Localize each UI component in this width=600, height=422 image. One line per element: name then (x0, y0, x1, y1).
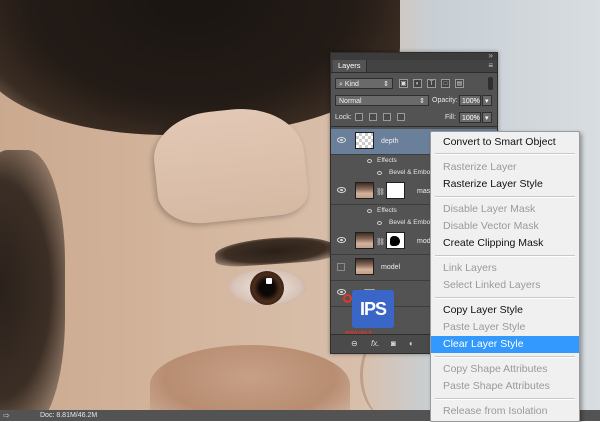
filter-smart-object-icon[interactable]: ▤ (455, 79, 464, 88)
layer-thumbnail (355, 232, 374, 249)
filter-toggle[interactable] (488, 77, 493, 90)
fill-input[interactable]: 100% (459, 112, 481, 123)
filter-pixel-icon[interactable]: ▣ (399, 79, 408, 88)
opacity-dropdown-icon[interactable]: ▾ (482, 95, 492, 106)
fill-dropdown-icon[interactable]: ▾ (482, 112, 492, 123)
effect-eye-icon[interactable] (377, 221, 382, 225)
status-arrow-icon[interactable]: ⇨ (3, 410, 10, 421)
layer-mask-thumbnail[interactable] (386, 182, 405, 199)
visibility-eye-icon[interactable] (337, 137, 346, 143)
chevron-down-icon: ⇕ (383, 81, 389, 88)
menu-separator (435, 398, 575, 400)
menu-disable-layer-mask[interactable]: Disable Layer Mask (431, 201, 579, 218)
layer-thumbnail (355, 258, 374, 275)
blend-row: Normal ⇕ Opacity: 100% ▾ (331, 93, 497, 109)
eyebrow (214, 233, 336, 269)
lock-row: Lock: Fill: 100% ▾ (331, 109, 497, 127)
opacity-input[interactable]: 100% (459, 95, 481, 106)
effects-label: Effects (377, 207, 397, 214)
menu-clear-layer-style[interactable]: Clear Layer Style (431, 336, 579, 353)
layer-name: model (381, 264, 401, 271)
watermark-logo: IPS www.ips.ir (335, 290, 425, 340)
visibility-toggle-off[interactable] (337, 263, 345, 271)
iris (250, 271, 284, 305)
lock-position-icon[interactable] (383, 113, 391, 121)
menu-separator (435, 196, 575, 198)
filter-shape-icon[interactable]: □ (441, 79, 450, 88)
eye-glint (266, 278, 272, 284)
doc-size-info[interactable]: Doc: 8.81M/46.2M (40, 410, 97, 421)
menu-select-linked-layers[interactable]: Select Linked Layers (431, 277, 579, 294)
hand-region (150, 345, 350, 410)
fx-icon[interactable]: fx. (371, 339, 379, 348)
menu-paste-shape-attributes[interactable]: Paste Shape Attributes (431, 378, 579, 395)
layer-thumbnail (355, 182, 374, 199)
filter-adjustment-icon[interactable]: ◐ (413, 79, 422, 88)
chevron-down-icon: ⇕ (419, 98, 425, 105)
layer-context-menu: Convert to Smart Object Rasterize Layer … (430, 131, 580, 422)
layer-name: mod (417, 238, 431, 245)
menu-copy-shape-attributes[interactable]: Copy Shape Attributes (431, 361, 579, 378)
menu-rasterize-layer-style[interactable]: Rasterize Layer Style (431, 176, 579, 193)
layer-name: depth (381, 138, 399, 145)
menu-paste-layer-style[interactable]: Paste Layer Style (431, 319, 579, 336)
layer-thumbnail (355, 132, 374, 149)
adjustment-layer-icon[interactable]: ◐ (409, 339, 414, 348)
blend-mode-label: Normal (339, 98, 362, 105)
menu-separator (435, 255, 575, 257)
fill-label: Fill: (445, 114, 456, 121)
filter-row: ⌕ Kind ⇕ ▣ ◐ T □ ▤ (331, 73, 497, 93)
panel-menu-icon[interactable]: ≡ (488, 61, 493, 70)
blend-mode-select[interactable]: Normal ⇕ (335, 95, 429, 106)
add-mask-icon[interactable]: ◙ (391, 339, 396, 348)
menu-link-layers[interactable]: Link Layers (431, 260, 579, 277)
menu-separator (435, 297, 575, 299)
effect-eye-icon[interactable] (367, 159, 372, 163)
layer-mask-thumbnail[interactable] (386, 232, 405, 249)
lock-image-icon[interactable] (369, 113, 377, 121)
filter-type-icon[interactable]: T (427, 79, 436, 88)
opacity-label: Opacity: (432, 97, 458, 104)
menu-release-from-isolation[interactable]: Release from Isolation (431, 403, 579, 420)
logo-mark: IPS (352, 290, 394, 328)
panel-tabbar: Layers ≡ (331, 60, 497, 73)
lock-all-icon[interactable] (397, 113, 405, 121)
panel-titlebar[interactable]: » (331, 51, 497, 60)
effect-eye-icon[interactable] (377, 171, 382, 175)
eye (228, 268, 306, 306)
menu-separator (435, 356, 575, 358)
collapse-icon[interactable]: » (489, 51, 493, 60)
menu-rasterize-layer[interactable]: Rasterize Layer (431, 159, 579, 176)
lock-transparent-icon[interactable] (355, 113, 363, 121)
menu-separator (435, 153, 575, 155)
filter-kind-select[interactable]: ⌕ Kind ⇕ (335, 78, 393, 89)
link-chain-icon[interactable]: ⛓ (376, 188, 385, 196)
logo-ring-icon (343, 294, 352, 303)
link-layers-icon[interactable]: ⊖ (351, 339, 358, 348)
visibility-eye-icon[interactable] (337, 237, 346, 243)
menu-create-clipping-mask[interactable]: Create Clipping Mask (431, 235, 579, 252)
search-icon: ⌕ (339, 81, 343, 88)
effect-eye-icon[interactable] (367, 209, 372, 213)
menu-copy-layer-style[interactable]: Copy Layer Style (431, 302, 579, 319)
filter-kind-label: Kind (344, 81, 359, 88)
lock-label: Lock: (335, 114, 352, 121)
menu-convert-to-smart-object[interactable]: Convert to Smart Object (431, 134, 579, 151)
visibility-eye-icon[interactable] (337, 187, 346, 193)
link-chain-icon[interactable]: ⛓ (376, 238, 385, 246)
menu-disable-vector-mask[interactable]: Disable Vector Mask (431, 218, 579, 235)
filter-icons: ▣ ◐ T □ ▤ (399, 79, 464, 88)
tab-layers[interactable]: Layers (333, 60, 367, 72)
beard-region (0, 150, 65, 410)
effects-label: Effects (377, 157, 397, 164)
